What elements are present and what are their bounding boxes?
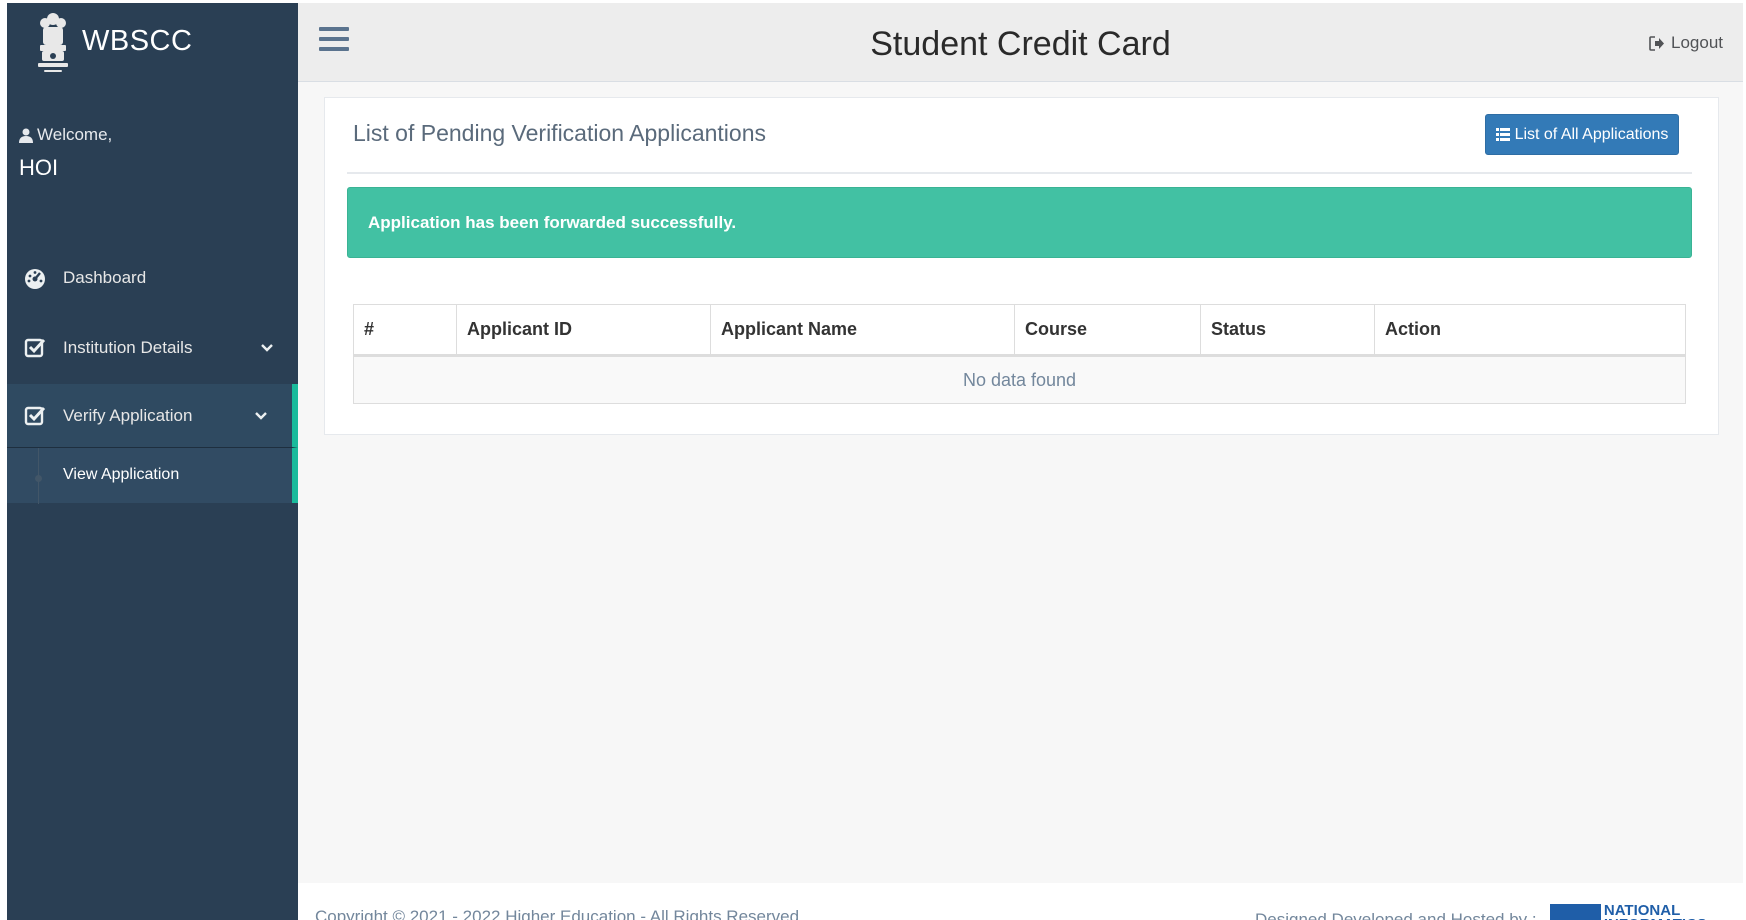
welcome-label: Welcome, bbox=[37, 125, 113, 144]
list-all-applications-label: List of All Applications bbox=[1514, 125, 1669, 143]
sidebar-subitem-view-application[interactable]: View Application bbox=[7, 447, 298, 504]
sidebar-item-label: Dashboard bbox=[63, 268, 147, 287]
applications-table: # Applicant ID Applicant Name Course Sta… bbox=[353, 304, 1686, 404]
pending-verification-panel: List of Pending Verification Applicantio… bbox=[324, 97, 1719, 435]
sidebar-item-dashboard[interactable]: Dashboard bbox=[7, 243, 298, 313]
sidebar: WBSCC Welcome, HOI Dashboard Institution… bbox=[7, 3, 298, 920]
footer: Copyright © 2021 - 2022 Higher Education… bbox=[298, 883, 1743, 920]
column-header-number[interactable]: # bbox=[353, 304, 457, 357]
column-header-status[interactable]: Status bbox=[1200, 304, 1375, 357]
app-frame: WBSCC Welcome, HOI Dashboard Institution… bbox=[7, 3, 1743, 920]
topbar: Student Credit Card Logout bbox=[298, 3, 1743, 82]
sidebar-item-label: Verify Application bbox=[63, 405, 193, 425]
logout-label: Logout bbox=[1671, 33, 1723, 52]
nic-logo-mark-icon bbox=[1550, 904, 1601, 920]
username: HOI bbox=[19, 155, 59, 180]
check-square-icon bbox=[24, 338, 46, 358]
table-header-row: # Applicant ID Applicant Name Course Sta… bbox=[353, 304, 1686, 357]
user-icon bbox=[19, 128, 33, 143]
list-icon bbox=[1495, 128, 1510, 141]
nic-logo-text: NATIONAL INFORMATICS bbox=[1603, 902, 1707, 920]
page-title: Student Credit Card bbox=[870, 25, 1171, 63]
column-header-action[interactable]: Action bbox=[1374, 304, 1686, 357]
check-square-icon bbox=[24, 406, 46, 425]
chevron-down-icon bbox=[255, 411, 267, 420]
brand[interactable]: WBSCC bbox=[7, 3, 298, 83]
submenu-dot bbox=[35, 475, 42, 482]
welcome-text: Welcome, bbox=[19, 125, 112, 145]
empty-table-message: No data found bbox=[353, 355, 1686, 404]
designed-by-text: Designed Developed and Hosted by : bbox=[1255, 910, 1537, 920]
table-row: No data found bbox=[353, 355, 1686, 404]
success-alert: Application has been forwarded successfu… bbox=[347, 187, 1692, 258]
sign-out-icon bbox=[1649, 35, 1664, 51]
column-header-applicant-id[interactable]: Applicant ID bbox=[456, 304, 711, 357]
sidebar-menu: Dashboard Institution Details Verify App… bbox=[7, 243, 298, 504]
sidebar-item-label: Institution Details bbox=[63, 338, 193, 357]
sidebar-subitem-label: View Application bbox=[63, 466, 180, 483]
profile: Welcome, HOI bbox=[19, 125, 112, 181]
column-header-applicant-name[interactable]: Applicant Name bbox=[710, 304, 1015, 357]
nic-logo[interactable]: NATIONAL INFORMATICS bbox=[1550, 902, 1743, 920]
panel-divider bbox=[347, 172, 1692, 174]
panel-title: List of Pending Verification Applicantio… bbox=[353, 120, 766, 146]
column-header-course[interactable]: Course bbox=[1014, 304, 1201, 357]
dashboard-icon bbox=[25, 269, 45, 289]
copyright-text: Copyright © 2021 - 2022 Higher Education… bbox=[315, 907, 800, 920]
sidebar-item-verify-application[interactable]: Verify Application bbox=[7, 384, 298, 447]
chevron-down-icon bbox=[261, 344, 273, 352]
brand-title: WBSCC bbox=[82, 25, 193, 57]
sidebar-item-institution-details[interactable]: Institution Details bbox=[7, 313, 298, 383]
state-emblem-icon bbox=[38, 13, 68, 72]
logout-link[interactable]: Logout bbox=[1649, 33, 1723, 53]
list-all-applications-button[interactable]: List of All Applications bbox=[1485, 114, 1679, 155]
